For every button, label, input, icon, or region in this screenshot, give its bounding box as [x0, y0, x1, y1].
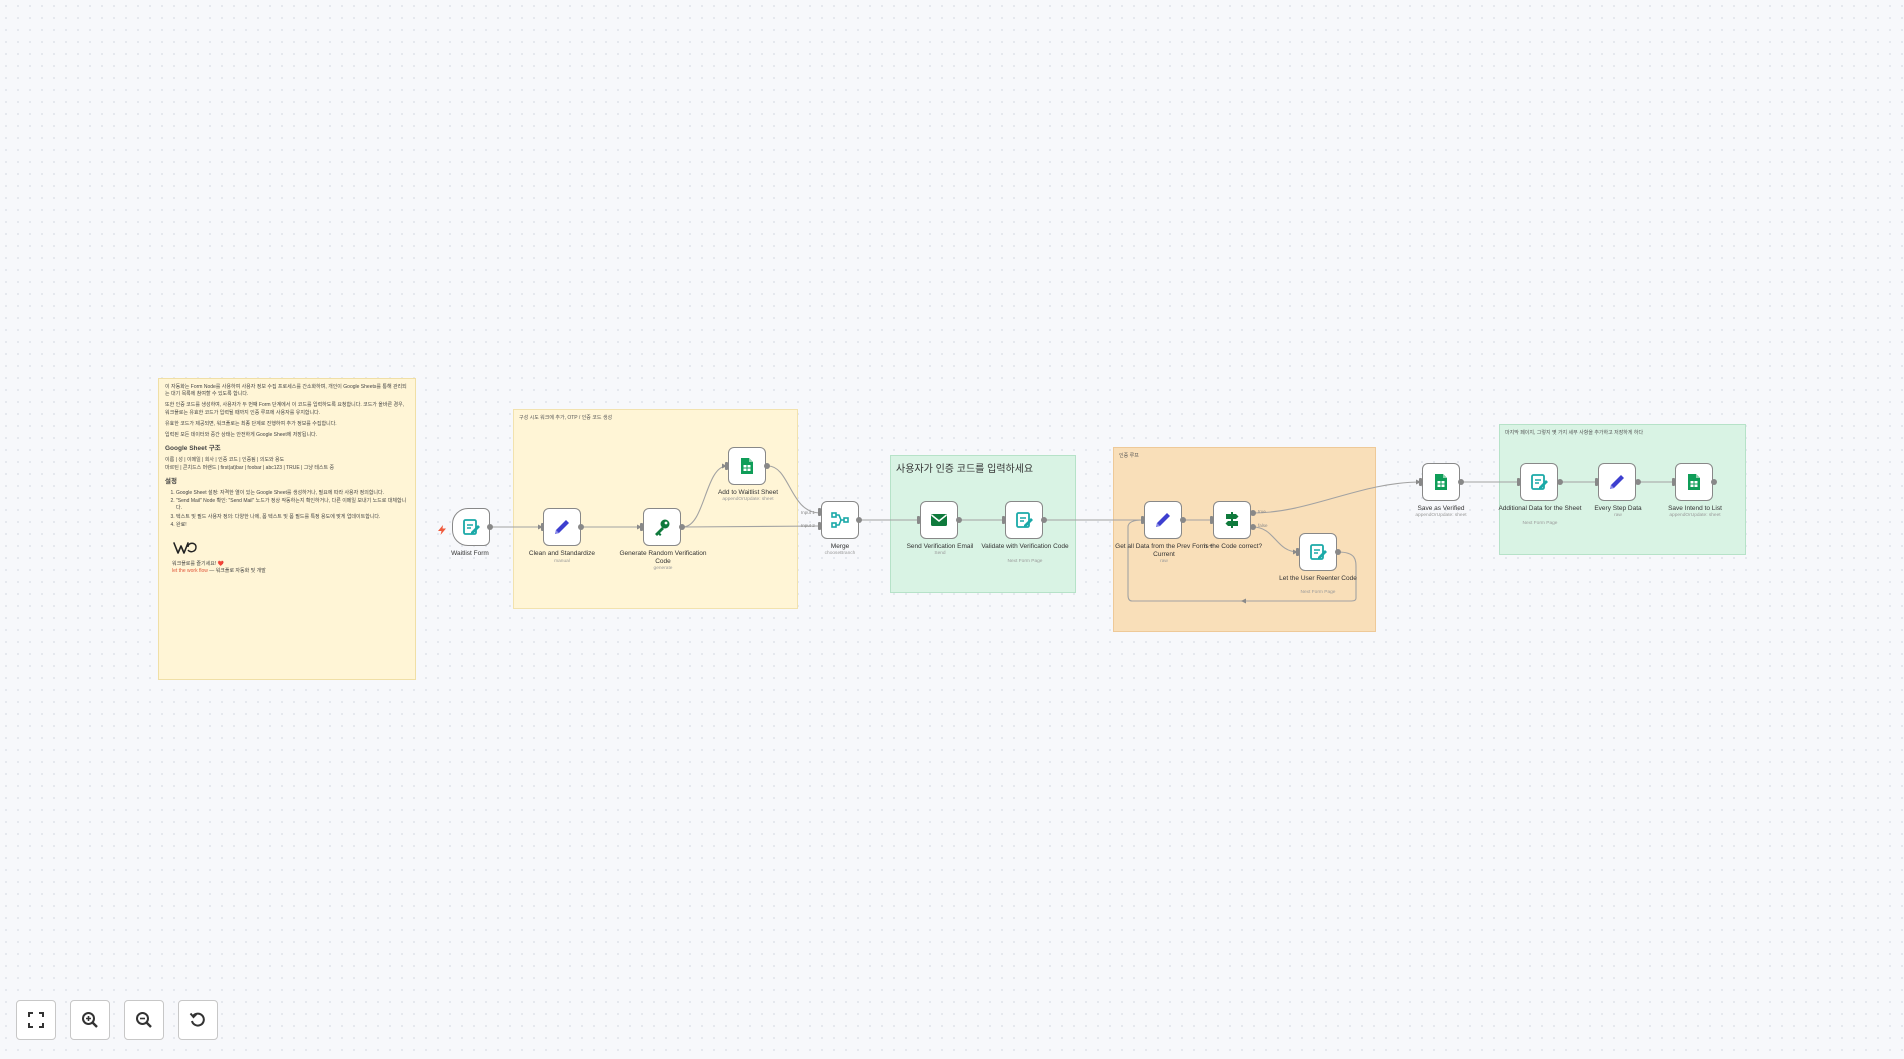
fit-view-button[interactable] [16, 1000, 56, 1040]
node-label: Save as Verified [1417, 505, 1465, 512]
footer-link[interactable]: let the work flow [172, 568, 208, 574]
node-subtitle: appendOrUpdate: sheet [1669, 513, 1721, 518]
node-subtitle: Next Form Page [1522, 521, 1558, 526]
node-subtitle: generate [653, 566, 673, 571]
node-label: Save Intend to List [1668, 505, 1722, 512]
brand-logo [172, 539, 198, 557]
sheet-structure-line: 마르틴 | 콘치드스 머랜드 | first(at)bar | foobar |… [165, 464, 335, 471]
output-port-true[interactable] [1250, 510, 1256, 516]
intro-note-content: 이 자동화는 Form Node를 사용하여 사용자 정보 수집 프로세스를 간… [159, 379, 415, 580]
setup-step: "Send Mail" Node 확인: "Send Mail" 노드가 정상 … [176, 498, 409, 512]
output-port[interactable] [956, 517, 962, 523]
form-icon[interactable] [1005, 501, 1043, 539]
zoom-out-button[interactable] [124, 1000, 164, 1040]
output-port[interactable] [1711, 479, 1717, 485]
trigger-bolt-icon [438, 522, 446, 535]
setup-heading: 설정 [165, 477, 177, 485]
merge-icon[interactable] [821, 501, 859, 539]
output-port[interactable] [1458, 479, 1464, 485]
setup-step: Google Sheet 설정: 자격한 열이 있는 Google Sheet를… [176, 490, 409, 497]
sheets-icon[interactable] [1422, 463, 1460, 501]
pencil-icon[interactable] [1144, 501, 1182, 539]
output-port[interactable] [764, 463, 770, 469]
intro-sticky-note[interactable]: 이 자동화는 Form Node를 사용하여 사용자 정보 수집 프로세스를 간… [158, 378, 416, 680]
output-port[interactable] [578, 524, 584, 530]
sheets-icon[interactable] [728, 447, 766, 485]
group-note-title: 사용자가 인증 코드를 입력하세요 [896, 464, 1034, 475]
form-icon[interactable] [1520, 463, 1558, 501]
node-subtitle: appendOrUpdate: sheet [1415, 513, 1467, 518]
sheets-icon[interactable] [1675, 463, 1713, 501]
node-subtitle: chooseBranch [824, 551, 856, 556]
footer-tail: — 워크플로 자동화 및 개발 [207, 568, 266, 575]
node-subtitle: manual [554, 559, 570, 564]
output-port[interactable] [1635, 479, 1641, 485]
setup-step: 완료! [176, 522, 409, 529]
zoom-out-icon [136, 1012, 152, 1028]
node-label: is the Code correct? [1203, 543, 1263, 550]
if-icon[interactable] [1213, 501, 1251, 539]
setup-step: 텍스트 및 필드 사용자 정의: 다양한 나에, 폼 텍스트 및 폼 필드를 특… [176, 514, 409, 521]
pencil-icon[interactable] [543, 508, 581, 546]
key-icon[interactable] [643, 508, 681, 546]
node-subtitle: raw [1160, 559, 1168, 564]
group-note-title: 구성 시도 워크에 추가, OTP / 인증 코드 생성 [519, 415, 613, 421]
node-label: Clean and Standardize [528, 550, 596, 557]
group-note-verify[interactable]: 사용자가 인증 코드를 입력하세요 [890, 455, 1076, 593]
sheet-structure-heading: Google Sheet 구조 [165, 445, 221, 453]
node-label: Add to Waitlist Sheet [717, 489, 779, 496]
node-subtitle: Next Form Page [1300, 590, 1336, 595]
reset-zoom-button[interactable] [178, 1000, 218, 1040]
group-note-title: 마지막 페이지, 그렇지 몇 가지 세부 사항을 추가하고 저장하게 하다 [1505, 430, 1644, 436]
footer-link-line: let the work flow — 워크플로 자동화 및 개발 [172, 568, 409, 575]
true-label: true [1258, 509, 1266, 514]
envelope-icon[interactable] [920, 501, 958, 539]
node-label: Validate with Verification Code [981, 543, 1069, 550]
sheet-structure-line: 이름 | 성 | 이메일 | 회사 | 인증 코드 | 인증됨 | 의도와 용도 [165, 457, 285, 464]
node-label: Merge [830, 543, 850, 550]
intro-paragraph: 또한 인증 코드를 생성하여, 사용자가 두 번째 Form 단계에서 이 코드… [165, 402, 405, 416]
setup-steps-list: Google Sheet 설정: 자격한 열이 있는 Google Sheet를… [165, 490, 409, 529]
form-icon[interactable] [452, 508, 490, 546]
node-subtitle: Send [934, 551, 946, 556]
output-port[interactable] [1180, 517, 1186, 523]
output-port[interactable] [1557, 479, 1563, 485]
reset-zoom-icon [189, 1012, 205, 1027]
intro-footer: 워크플로를 즐기세요! ❤️ let the work flow — 워크플로 … [165, 561, 409, 575]
pencil-icon[interactable] [1598, 463, 1636, 501]
node-label: Let the User Reenter Code [1279, 575, 1357, 582]
intro-paragraph: 유효한 코드가 제공되면, 워크플로는 최종 단계로 진행하여 추가 정보를 수… [165, 420, 337, 427]
output-port-false[interactable] [1250, 524, 1256, 530]
output-port[interactable] [487, 524, 493, 530]
output-port[interactable] [856, 517, 862, 523]
output-port[interactable] [1041, 517, 1047, 523]
zoom-in-icon [82, 1012, 98, 1028]
intro-paragraph: 이 자동화는 Form Node를 사용하여 사용자 정보 수집 프로세스를 간… [165, 384, 407, 398]
form-icon[interactable] [1299, 533, 1337, 571]
intro-paragraph: 입력된 모든 데이터와 중간 상태는 안전하게 Google Sheet에 저장… [165, 432, 318, 439]
node-label: Generate Random Verification Code [619, 550, 707, 565]
false-label: false [1258, 523, 1268, 528]
output-port[interactable] [679, 524, 685, 530]
fit-view-icon [28, 1012, 44, 1028]
output-port[interactable] [1335, 549, 1341, 555]
group-note-title: 인증 루프 [1119, 453, 1139, 459]
node-subtitle: appendOrUpdate: sheet [722, 497, 774, 502]
input-label: Input 2 [801, 523, 815, 528]
node-label: Waitlist Form [451, 550, 489, 557]
zoom-in-button[interactable] [70, 1000, 110, 1040]
node-subtitle: Next Form Page [1007, 559, 1043, 564]
input-label: Input 1 [801, 510, 815, 515]
